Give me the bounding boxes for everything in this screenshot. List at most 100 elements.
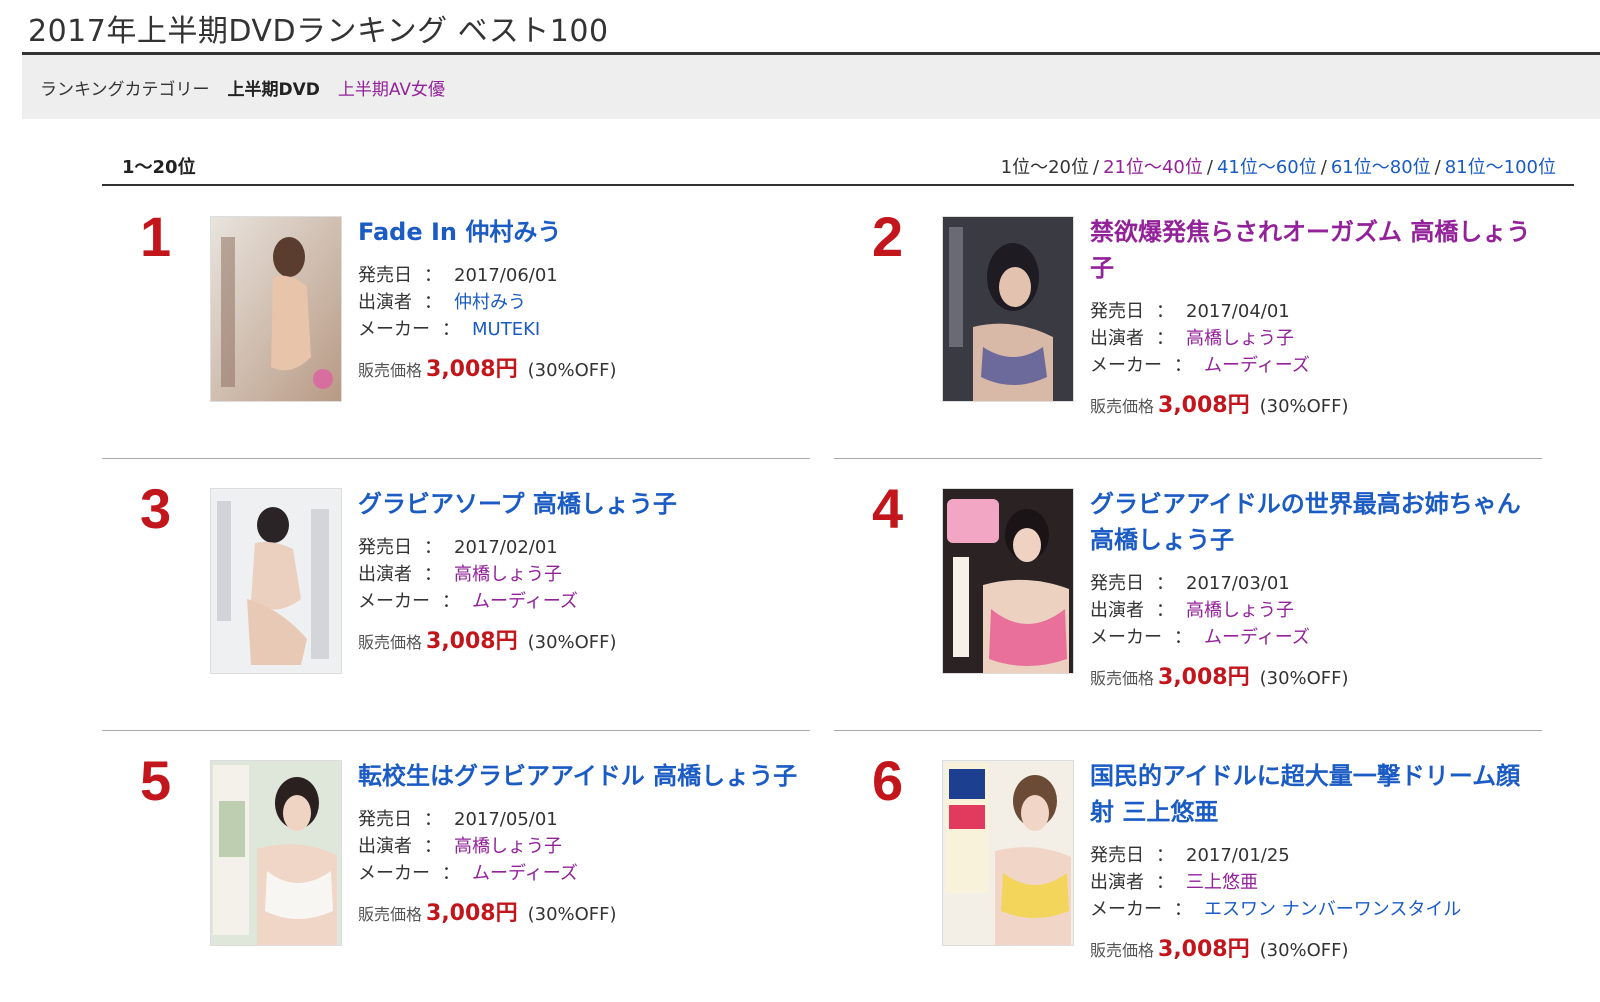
price-row: 販売価格 3,008円 (30%OFF)	[358, 623, 800, 655]
performer-row: 出演者 ： 高橋しょう子	[358, 561, 800, 588]
category-tab-first-half-dvd[interactable]: 上半期DVD	[228, 75, 320, 100]
discount-badge: (30%OFF)	[1259, 668, 1349, 689]
colon: ：	[1156, 600, 1174, 621]
release-date: 2017/02/01	[454, 537, 558, 558]
item-title-link[interactable]: 国民的アイドルに超大量一撃ドリーム顔射 三上悠亜	[1090, 758, 1532, 830]
colon: ：	[1156, 845, 1174, 866]
cover-image[interactable]	[210, 216, 342, 402]
rank-number: 5	[140, 749, 172, 812]
performer-link[interactable]: 高橋しょう子	[1186, 600, 1294, 621]
release-label: 発売日	[1090, 301, 1144, 322]
maker-row: メーカー ： ムーディーズ	[358, 860, 800, 887]
item-title-link[interactable]: グラビアソープ 高橋しょう子	[358, 486, 800, 522]
release-date: 2017/06/01	[454, 265, 558, 286]
rank-number: 4	[872, 477, 904, 540]
maker-link[interactable]: エスワン ナンバーワンスタイル	[1204, 899, 1461, 920]
item-info: 禁欲爆発焦らされオーガズム 高橋しょう子 発売日 ： 2017/04/01 出演者 ：…	[1090, 214, 1532, 419]
release-date: 2017/04/01	[1186, 301, 1290, 322]
maker-label: メーカー	[358, 863, 430, 884]
rank-pager: 1位〜20位/21位〜40位/41位〜60位/61位〜80位/81位〜100位	[1001, 153, 1556, 179]
price-row: 販売価格 3,008円 (30%OFF)	[1090, 931, 1532, 963]
rank-number: 6	[872, 749, 904, 812]
category-tab-first-half-actress[interactable]: 上半期AV女優	[338, 75, 445, 100]
rank-range-heading: 1〜20位	[122, 157, 196, 178]
colon: ：	[424, 809, 442, 830]
price-label: 販売価格	[1090, 397, 1155, 416]
maker-label: メーカー	[358, 591, 430, 612]
maker-label: メーカー	[358, 319, 430, 340]
item-info: 転校生はグラビアアイドル 高橋しょう子 発売日 ： 2017/05/01 出演者 ： 高…	[358, 758, 800, 927]
performer-row: 出演者 ： 高橋しょう子	[1090, 325, 1532, 352]
maker-link[interactable]: ムーディーズ	[472, 863, 578, 884]
release-label: 発売日	[358, 809, 412, 830]
category-label: ランキングカテゴリー	[40, 79, 210, 100]
maker-row: メーカー ： ムーディーズ	[358, 588, 800, 615]
pager-link-81-100[interactable]: 81位〜100位	[1445, 157, 1556, 178]
pager-separator: /	[1206, 157, 1213, 178]
pager-link-21-40[interactable]: 21位〜40位	[1103, 157, 1203, 178]
cover-image[interactable]	[942, 216, 1074, 402]
release-date: 2017/01/25	[1186, 845, 1290, 866]
colon: ：	[1174, 899, 1192, 920]
pager-link-1-20[interactable]: 1位〜20位	[1001, 157, 1089, 178]
price-row: 販売価格 3,008円 (30%OFF)	[358, 895, 800, 927]
performer-link[interactable]: 高橋しょう子	[454, 836, 562, 857]
ranking-item: 2 禁欲爆発焦らされオーガズム 高橋しょう子 発売日 ： 2017/04/01 出演…	[834, 186, 1554, 458]
colon: ：	[424, 537, 442, 558]
maker-link[interactable]: ムーディーズ	[472, 591, 578, 612]
maker-row: メーカー ： エスワン ナンバーワンスタイル	[1090, 896, 1532, 923]
release-row: 発売日 ： 2017/05/01	[358, 806, 800, 833]
price-value: 3,008円	[1158, 665, 1250, 690]
colon: ：	[424, 564, 442, 585]
maker-row: メーカー ： MUTEKI	[358, 316, 800, 343]
release-label: 発売日	[358, 265, 412, 286]
pager-separator: /	[1092, 157, 1100, 178]
maker-link[interactable]: MUTEKI	[472, 319, 540, 340]
performer-link[interactable]: 仲村みう	[454, 292, 526, 313]
price-value: 3,008円	[426, 629, 518, 654]
price-value: 3,008円	[426, 901, 518, 926]
cover-image[interactable]	[942, 760, 1074, 946]
maker-label: メーカー	[1090, 627, 1162, 648]
release-row: 発売日 ： 2017/04/01	[1090, 298, 1532, 325]
cover-image[interactable]	[942, 488, 1074, 674]
colon: ：	[1156, 872, 1174, 893]
price-value: 3,008円	[1158, 937, 1250, 962]
item-title-link[interactable]: 転校生はグラビアアイドル 高橋しょう子	[358, 758, 800, 794]
release-label: 発売日	[1090, 845, 1144, 866]
ranking-item: 3 グラビアソープ 高橋しょう子 発売日 ： 2017/02/01 出演者 ： 高橋しょ…	[102, 458, 822, 730]
performer-link[interactable]: 高橋しょう子	[1186, 328, 1294, 349]
colon: ：	[424, 265, 442, 286]
price-label: 販売価格	[358, 361, 423, 380]
maker-label: メーカー	[1090, 355, 1162, 376]
release-label: 発売日	[358, 537, 412, 558]
item-title-link[interactable]: 禁欲爆発焦らされオーガズム 高橋しょう子	[1090, 214, 1532, 286]
discount-badge: (30%OFF)	[527, 360, 617, 381]
price-value: 3,008円	[1158, 393, 1250, 418]
item-info: グラビアソープ 高橋しょう子 発売日 ： 2017/02/01 出演者 ： 高橋しょう子…	[358, 486, 800, 655]
item-title-link[interactable]: Fade In 仲村みう	[358, 214, 800, 250]
page-title: 2017年上半期DVDランキング ベスト100	[28, 14, 609, 49]
colon: ：	[442, 319, 460, 340]
release-label: 発売日	[1090, 573, 1144, 594]
pager-link-61-80[interactable]: 61位〜80位	[1331, 157, 1431, 178]
colon: ：	[1156, 573, 1174, 594]
performer-row: 出演者 ： 三上悠亜	[1090, 869, 1532, 896]
performer-link[interactable]: 三上悠亜	[1186, 872, 1258, 893]
maker-link[interactable]: ムーディーズ	[1204, 627, 1310, 648]
ranking-item: 6 国民的アイドルに超大量一撃ドリーム顔射 三上悠亜 発売日 ： 2017/01/2…	[834, 730, 1554, 1002]
item-info: Fade In 仲村みう 発売日 ： 2017/06/01 出演者 ： 仲村みう メーカ…	[358, 214, 800, 383]
maker-link[interactable]: ムーディーズ	[1204, 355, 1310, 376]
cover-image[interactable]	[210, 760, 342, 946]
ranking-item: 5 転校生はグラビアアイドル 高橋しょう子 発売日 ： 2017/05/01 出演者…	[102, 730, 822, 1002]
item-title-link[interactable]: グラビアアイドルの世界最高お姉ちゃん 高橋しょう子	[1090, 486, 1532, 558]
discount-badge: (30%OFF)	[1259, 396, 1349, 417]
price-value: 3,008円	[426, 357, 518, 382]
performer-link[interactable]: 高橋しょう子	[454, 564, 562, 585]
cover-image[interactable]	[210, 488, 342, 674]
performer-row: 出演者 ： 高橋しょう子	[358, 833, 800, 860]
pager-link-41-60[interactable]: 41位〜60位	[1217, 157, 1317, 178]
release-row: 発売日 ： 2017/03/01	[1090, 570, 1532, 597]
price-row: 販売価格 3,008円 (30%OFF)	[1090, 387, 1532, 419]
colon: ：	[1174, 355, 1192, 376]
